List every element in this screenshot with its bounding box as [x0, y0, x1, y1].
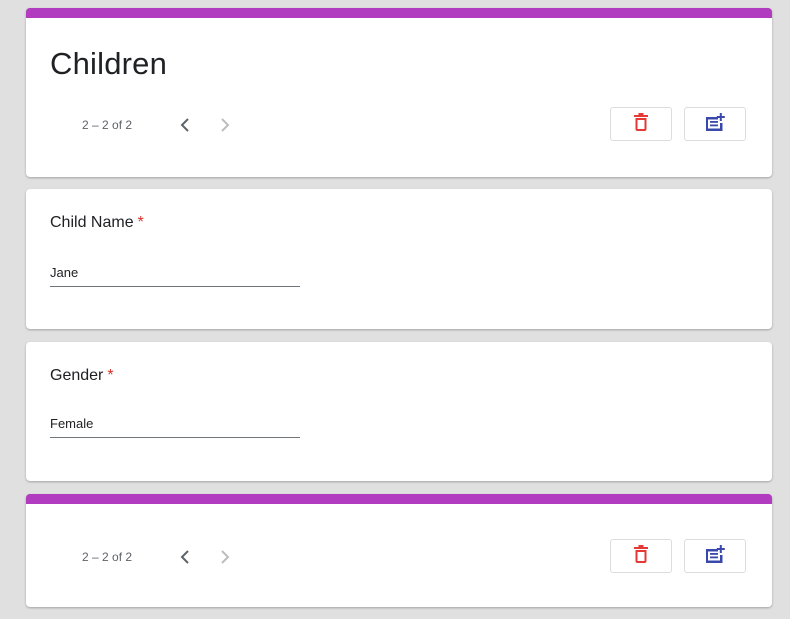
chevron-right-icon [218, 117, 232, 133]
footer-card: 2 – 2 of 2 [26, 494, 772, 607]
chevron-left-icon [178, 549, 192, 565]
add-note-icon [705, 544, 725, 569]
next-page-button[interactable] [211, 543, 239, 571]
pagination-range: 2 – 2 of 2 [82, 118, 133, 132]
pagination-bar: 2 – 2 of 2 [26, 107, 772, 143]
trash-icon [634, 544, 648, 568]
next-page-button[interactable] [211, 111, 239, 139]
add-note-icon [705, 112, 725, 137]
delete-button[interactable] [610, 107, 672, 141]
required-marker: * [137, 214, 144, 231]
required-marker: * [107, 367, 114, 384]
child-name-input[interactable] [50, 259, 300, 287]
add-entry-button[interactable] [684, 107, 746, 141]
gender-input[interactable] [50, 410, 300, 438]
page-title: Children [50, 46, 168, 81]
chevron-left-icon [178, 117, 192, 133]
add-entry-button[interactable] [684, 539, 746, 573]
pagination-bar: 2 – 2 of 2 [26, 539, 772, 575]
chevron-right-icon [218, 549, 232, 565]
child-name-card: Child Name * [26, 189, 772, 329]
trash-icon [634, 112, 648, 136]
previous-page-button[interactable] [171, 111, 199, 139]
child-name-label: Child Name * [50, 214, 144, 232]
previous-page-button[interactable] [171, 543, 199, 571]
delete-button[interactable] [610, 539, 672, 573]
header-card: Children 2 – 2 of 2 [26, 8, 772, 177]
pagination-range: 2 – 2 of 2 [82, 550, 133, 564]
gender-label-text: Gender [50, 367, 104, 384]
gender-label: Gender * [50, 367, 114, 385]
child-name-label-text: Child Name [50, 214, 134, 231]
gender-card: Gender * [26, 342, 772, 481]
